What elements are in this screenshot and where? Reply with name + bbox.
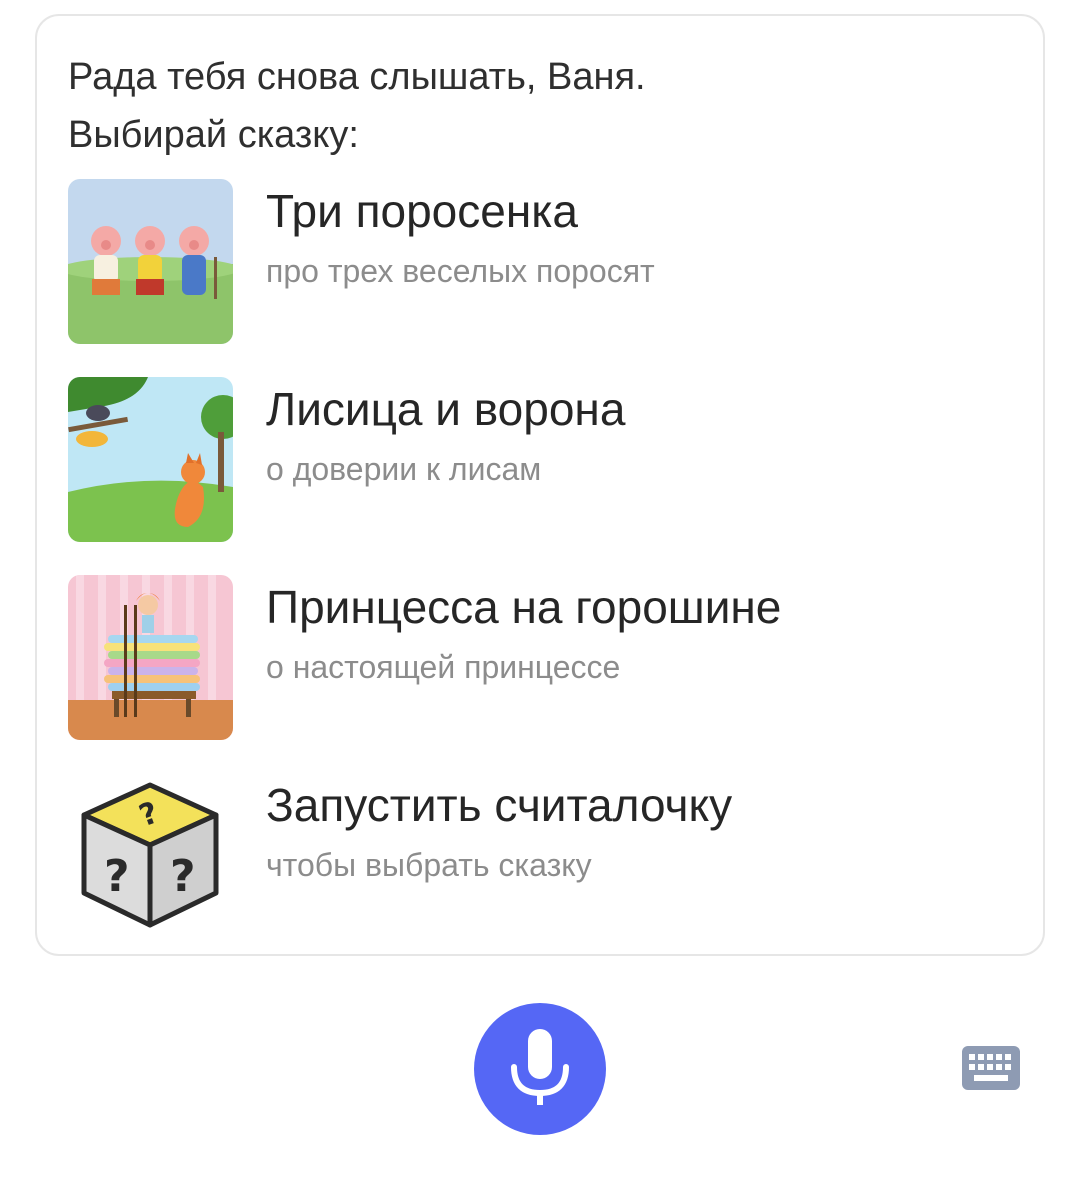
princess-pea-thumbnail (68, 575, 233, 740)
svg-text:?: ? (170, 851, 196, 902)
microphone-button[interactable] (474, 1003, 606, 1135)
fox-and-crow-thumbnail (68, 377, 233, 542)
keyboard-button[interactable] (962, 1046, 1020, 1090)
microphone-icon (511, 1029, 569, 1105)
fairy-tale-card: Рада тебя снова слышать, Ваня. Выбирай с… (35, 14, 1045, 956)
greeting-line-2: Выбирай сказку: (68, 114, 359, 156)
greeting-text: Рада тебя снова слышать, Ваня. Выбирай с… (68, 48, 1008, 164)
svg-text:?: ? (104, 851, 130, 902)
tale-title: Запустить считалочку (266, 779, 733, 831)
tale-subtitle: чтобы выбрать сказку (266, 847, 592, 883)
tale-item-fox-and-crow[interactable]: Лисица и ворона о доверии к лисам (68, 377, 1008, 543)
tale-subtitle: о доверии к лисам (266, 451, 542, 487)
tale-title: Три поросенка (266, 185, 578, 237)
tale-subtitle: про трех веселых поросят (266, 253, 655, 289)
question-dice-thumbnail: ? ? ? (68, 773, 233, 938)
tale-title: Лисица и ворона (266, 383, 626, 435)
greeting-line-1: Рада тебя снова слышать, Ваня. (68, 56, 646, 98)
tale-item-counting-rhyme[interactable]: ? ? ? Запустить считалочку чтобы выбрать… (68, 773, 1008, 939)
tale-item-princess-pea[interactable]: Принцесса на горошине о настоящей принце… (68, 575, 1008, 741)
three-pigs-thumbnail (68, 179, 233, 344)
tale-title: Принцесса на горошине (266, 581, 782, 633)
keyboard-icon (962, 1046, 1020, 1090)
tale-item-three-pigs[interactable]: Три поросенка про трех веселых поросят (68, 179, 1008, 345)
tale-subtitle: о настоящей принцессе (266, 649, 621, 685)
